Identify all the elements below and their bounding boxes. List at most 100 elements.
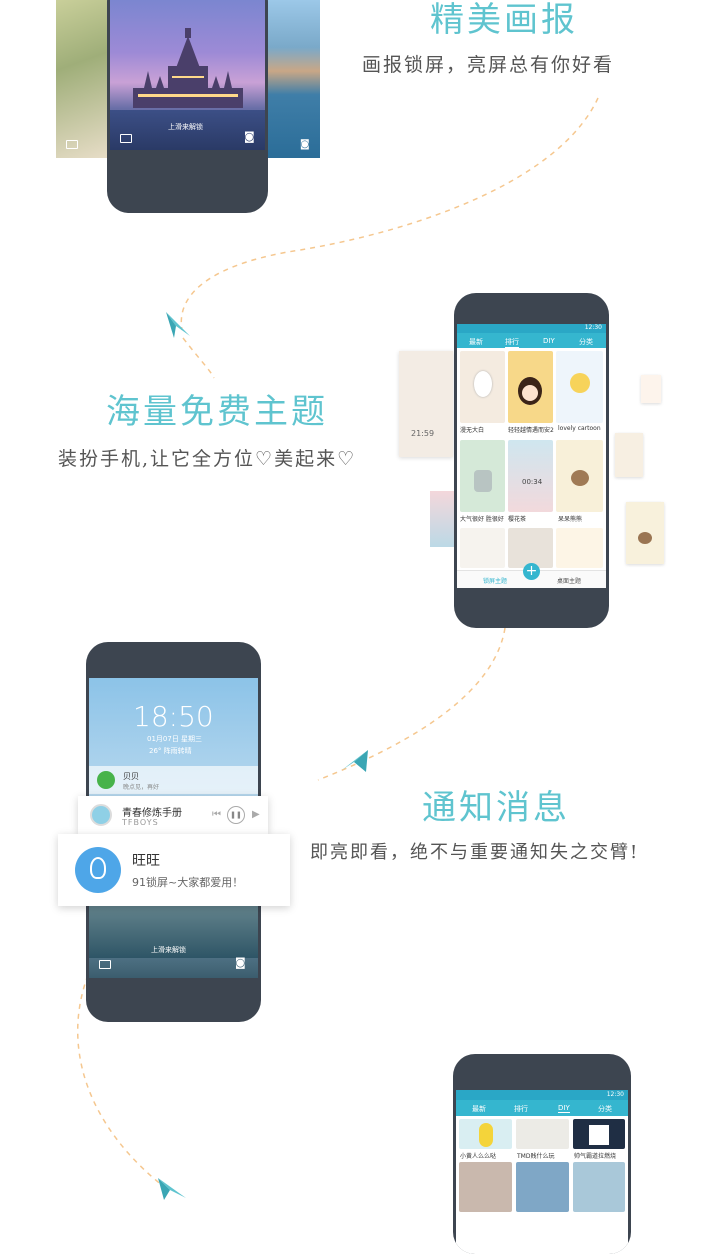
tab-latest[interactable]: 最新 (472, 1104, 486, 1114)
tab-lock-theme[interactable]: 锁屏主题 (483, 576, 507, 585)
floating-theme-card (615, 433, 643, 477)
theme-thumb[interactable] (556, 351, 603, 423)
girl-face-skin (522, 385, 538, 401)
wechat-notification[interactable]: 贝贝 晚点见，再好 (89, 766, 258, 794)
floating-theme-card (626, 502, 664, 564)
themes-status-bar: 12:30 (457, 324, 606, 333)
briefcase-icon (99, 960, 111, 969)
bear-face-icon (638, 532, 652, 544)
diy-thumb[interactable] (459, 1162, 512, 1212)
section1-subtitle: 画报锁屏，亮屏总有你好看 (362, 54, 615, 76)
diy-screen: 12:30 最新 排行 DIY 分类 小黄人么么哒 TMD贱什么玩 帅气霸道拉燃… (456, 1090, 628, 1254)
pause-icon[interactable]: ❚❚ (227, 806, 245, 824)
theme-name: 大气很好 胜很好 (460, 516, 504, 523)
mini-clock: 00:34 (522, 478, 543, 486)
magazine-lockscreen: 上滑来解锁 ◙ (110, 0, 265, 150)
diy-thumb[interactable] (516, 1162, 569, 1212)
parliament-building (133, 28, 243, 108)
theme-thumb[interactable] (556, 528, 603, 568)
camera-icon: ◙ (235, 956, 246, 969)
floating-theme-card: 21:59 (399, 351, 453, 457)
themes-tab-bar: 最新 排行 DIY 分类 (457, 333, 606, 348)
unlock-hint: 上滑来解锁 (168, 123, 203, 131)
tab-ranking[interactable]: 排行 (514, 1104, 528, 1114)
wallpaper-right-card: ◙ (266, 0, 320, 158)
camera-icon: ◙ (244, 130, 255, 143)
theme-thumb[interactable] (508, 351, 553, 423)
section3-subtitle: 即亮即看，绝不与重要通知失之交臂! (310, 842, 640, 863)
phone-magazine: 上滑来解锁 ◙ (107, 0, 268, 213)
tab-category[interactable]: 分类 (598, 1104, 612, 1114)
tab-diy[interactable]: DIY (558, 1104, 570, 1113)
wechat-message: 晚点见，再好 (123, 784, 160, 791)
theme-thumb[interactable] (460, 528, 505, 568)
floating-clock: 21:59 (411, 429, 435, 438)
theme-name: 呆呆熊熊 (558, 516, 583, 523)
briefcase-icon (66, 140, 78, 149)
theme-thumb[interactable] (460, 440, 505, 512)
robot-figure (474, 470, 492, 492)
cartoon-sun (570, 373, 590, 393)
tab-desktop-theme[interactable]: 桌面主题 (557, 576, 581, 585)
floating-theme-card (430, 491, 454, 547)
wallpaper-left-card (56, 0, 108, 158)
section2-subtitle: 装扮手机,让它全方位♡美起来♡ (58, 448, 357, 470)
minion-figure (479, 1123, 493, 1147)
paper-plane-icon (158, 1178, 186, 1200)
tab-ranking[interactable]: 排行 (505, 337, 519, 348)
tab-diy[interactable]: DIY (543, 337, 555, 345)
floating-theme-card (641, 375, 661, 403)
lock-date: 01月07日 星期三 (147, 735, 203, 743)
theme-name: lovely cartoon (558, 425, 601, 432)
unlock-hint: 上滑来解锁 (151, 946, 186, 954)
themes-bottom-bar: 锁屏主题 + 桌面主题 (457, 563, 606, 588)
section3-title: 通知消息 (422, 788, 570, 828)
phone-themes: 12:30 最新 排行 DIY 分类 漫无大白 轻轻越情遇而安2 lovely … (454, 293, 609, 628)
next-icon[interactable]: ▶ (252, 809, 260, 820)
music-disc-icon (90, 804, 112, 826)
baymax-figure (474, 371, 492, 397)
paper-plane-icon (342, 750, 368, 772)
themes-screen: 12:30 最新 排行 DIY 分类 漫无大白 轻轻越情遇而安2 lovely … (457, 324, 606, 588)
camera-icon: ◙ (300, 139, 310, 150)
add-theme-button[interactable]: + (523, 563, 540, 580)
section1-title: 精美画报 (430, 0, 578, 40)
theme-thumb[interactable] (508, 528, 553, 568)
diy-thumb[interactable] (516, 1119, 569, 1149)
status-time: 12:30 (584, 324, 602, 331)
diy-status-bar: 12:30 (456, 1090, 628, 1100)
theme-name: 轻轻越情遇而安2 (508, 427, 554, 434)
diy-tab-bar: 最新 排行 DIY 分类 (456, 1100, 628, 1116)
music-title: 青春修炼手册 (122, 808, 182, 819)
diy-thumb[interactable] (573, 1119, 625, 1149)
diy-item-name: 小黄人么么哒 (460, 1153, 497, 1160)
diy-thumb[interactable] (573, 1162, 625, 1212)
briefcase-icon (120, 134, 132, 143)
diy-thumb[interactable] (459, 1119, 512, 1149)
qq-penguin-icon (75, 847, 121, 893)
wechat-icon (97, 771, 115, 789)
qq-message: 91锁屏~大家都爱用！ (132, 876, 244, 889)
paper-plane-icon (166, 312, 190, 338)
music-notification[interactable]: 青春修炼手册 TFBOYS ⏮ ❚❚ ▶ (78, 796, 268, 834)
theme-name: 樱花茶 (508, 516, 527, 523)
lock-clock: 18:50 (133, 700, 214, 733)
bear-face-icon (571, 470, 589, 486)
tab-category[interactable]: 分类 (579, 337, 593, 347)
previous-icon[interactable]: ⏮ (212, 809, 221, 820)
theme-thumb[interactable] (556, 440, 603, 512)
qq-notification[interactable]: 旺旺 91锁屏~大家都爱用！ (58, 834, 290, 906)
phone-diy: 12:30 最新 排行 DIY 分类 小黄人么么哒 TMD贱什么玩 帅气霸道拉燃… (453, 1054, 631, 1254)
lock-weather: 26° 阵雨转晴 (149, 747, 192, 755)
theme-thumb[interactable] (460, 351, 505, 423)
penguin-body (90, 857, 106, 879)
theme-name: 漫无大白 (460, 427, 485, 434)
tab-latest[interactable]: 最新 (469, 337, 483, 347)
wechat-sender: 贝贝 (123, 772, 139, 781)
shirt-figure (589, 1125, 609, 1145)
diy-item-name: 帅气霸道拉燃烧 (574, 1153, 617, 1160)
section2-title: 海量免费主题 (106, 392, 328, 432)
diy-item-name: TMD贱什么玩 (517, 1153, 555, 1160)
status-time: 12:30 (606, 1091, 624, 1098)
theme-thumb[interactable]: 00:34 (508, 440, 553, 512)
